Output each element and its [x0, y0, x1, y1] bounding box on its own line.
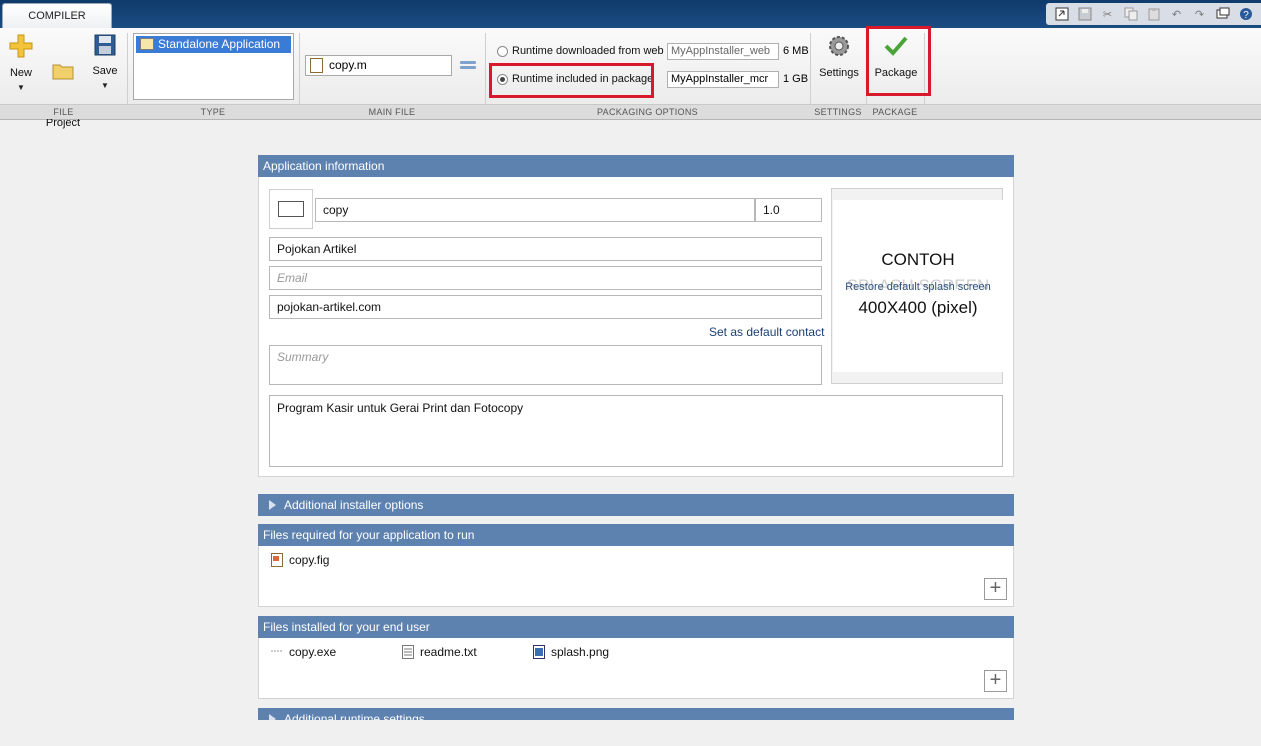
section-main-file-label: MAIN FILE: [368, 107, 416, 117]
save-icon[interactable]: [1077, 7, 1092, 21]
file-name: splash.png: [551, 645, 610, 659]
new-button[interactable]: New ▼: [6, 33, 36, 94]
files-installed-panel: [258, 638, 1014, 699]
main-file-field[interactable]: copy.m: [305, 55, 452, 76]
additional-runtime-header[interactable]: Additional runtime settings: [258, 708, 1014, 720]
web-installer-name-field[interactable]: MyAppInstaller_web: [667, 43, 779, 60]
app-name-field[interactable]: copy: [315, 198, 755, 222]
save-button[interactable]: Save ▼: [89, 33, 121, 92]
splash-preview: CONTOH SPLASH SCREEN Restore default spl…: [833, 200, 1003, 372]
description-field[interactable]: Program Kasir untuk Gerai Print dan Foto…: [269, 395, 1003, 467]
file-name: readme.txt: [420, 645, 477, 659]
files-required-panel: [258, 546, 1014, 607]
checkmark-icon: [870, 33, 922, 63]
file-item[interactable]: readme.txt: [402, 645, 477, 659]
add-required-file-button[interactable]: +: [984, 578, 1007, 600]
file-name: copy.exe: [289, 645, 337, 659]
app-type-list[interactable]: Standalone Application: [133, 33, 294, 100]
package-button[interactable]: Package: [870, 33, 922, 80]
splash-text-line1: CONTOH: [881, 250, 955, 269]
save-label: Save: [92, 65, 118, 77]
section-package-label: PACKAGE: [872, 107, 918, 117]
main-file-value: copy.m: [329, 58, 367, 72]
section-packaging-label: PACKAGING OPTIONS: [597, 107, 698, 117]
plus-icon: [6, 33, 36, 63]
copy-icon[interactable]: [1123, 7, 1138, 21]
expand-arrow-icon[interactable]: [269, 500, 276, 510]
file-name: copy.fig: [289, 553, 330, 567]
app-info-header: Application information: [258, 155, 1014, 177]
remove-main-file-icon[interactable]: [460, 61, 476, 70]
company-field[interactable]: pojokan-artikel.com: [269, 295, 822, 319]
switch-windows-icon[interactable]: [1215, 7, 1230, 21]
dock-icon[interactable]: [1054, 7, 1069, 21]
tab-compiler[interactable]: COMPILER: [2, 3, 112, 28]
standalone-app-icon: [140, 38, 154, 50]
folder-icon: [43, 46, 83, 87]
set-default-contact-link[interactable]: Set as default contact: [709, 325, 824, 339]
floppy-disk-icon: [89, 33, 121, 61]
fig-file-icon: [271, 553, 283, 567]
title-bar: COMPILER ✂ ↶ ↷ ?: [0, 0, 1261, 28]
additional-installer-label: Additional installer options: [284, 498, 424, 512]
summary-field[interactable]: Summary: [269, 345, 822, 385]
settings-label: Settings: [819, 67, 859, 79]
email-field[interactable]: Email: [269, 266, 822, 290]
image-file-icon: [533, 645, 545, 659]
text-file-icon: [402, 645, 414, 659]
type-item-label: Standalone Application: [158, 37, 281, 51]
expand-arrow-icon[interactable]: [269, 714, 276, 720]
paste-icon[interactable]: [1146, 7, 1161, 21]
files-required-header: Files required for your application to r…: [258, 524, 1014, 546]
restore-splash-link[interactable]: Restore default splash screen: [833, 281, 1003, 293]
web-size: 6 MB: [783, 45, 809, 57]
version-field[interactable]: 1.0: [755, 198, 822, 222]
runtime-web-label: Runtime downloaded from web: [512, 45, 664, 57]
gear-icon: [815, 33, 863, 63]
splash-text-line3: 400X400 (pixel): [858, 298, 978, 317]
new-dropdown-icon[interactable]: ▼: [6, 81, 36, 94]
save-dropdown-icon[interactable]: ▼: [89, 79, 121, 92]
runtime-package-label: Runtime included in package: [512, 73, 654, 85]
file-item[interactable]: copy.exe: [271, 645, 336, 659]
cut-icon[interactable]: ✂: [1100, 7, 1115, 21]
radio-unchecked-icon[interactable]: [497, 45, 508, 57]
radio-checked-icon[interactable]: [497, 73, 508, 85]
quick-access-toolbar: ✂ ↶ ↷ ?: [1046, 3, 1261, 25]
section-settings-label: SETTINGS: [814, 107, 862, 117]
svg-text:?: ?: [1243, 10, 1249, 21]
file-item[interactable]: splash.png: [533, 645, 609, 659]
type-item-standalone[interactable]: Standalone Application: [136, 36, 291, 53]
splash-screen-picker[interactable]: CONTOH SPLASH SCREEN Restore default spl…: [831, 188, 1003, 384]
file-item[interactable]: copy.fig: [271, 553, 329, 567]
add-installed-file-button[interactable]: +: [984, 670, 1007, 692]
settings-button[interactable]: Settings: [815, 33, 863, 80]
section-file-label: FILE: [53, 107, 74, 117]
files-installed-header: Files installed for your end user: [258, 616, 1014, 638]
author-field[interactable]: Pojokan Artikel: [269, 237, 822, 261]
redo-icon[interactable]: ↷: [1192, 7, 1207, 21]
app-icon-picker[interactable]: [269, 189, 313, 229]
package-size: 1 GB: [783, 73, 809, 85]
help-icon[interactable]: ?: [1238, 7, 1253, 21]
undo-icon[interactable]: ↶: [1169, 7, 1184, 21]
additional-installer-header[interactable]: Additional installer options: [258, 494, 1014, 516]
runtime-package-radio[interactable]: Runtime included in package: [497, 73, 653, 85]
app-icon-preview: [278, 201, 304, 217]
m-file-icon: [310, 58, 323, 73]
section-type-label: TYPE: [200, 107, 226, 117]
package-label: Package: [874, 67, 918, 79]
exe-file-icon: [271, 645, 283, 659]
new-label: New: [9, 67, 32, 79]
runtime-web-radio[interactable]: Runtime downloaded from web: [497, 45, 664, 57]
package-installer-name-field[interactable]: MyAppInstaller_mcr: [667, 71, 779, 88]
additional-runtime-label: Additional runtime settings: [284, 712, 425, 720]
